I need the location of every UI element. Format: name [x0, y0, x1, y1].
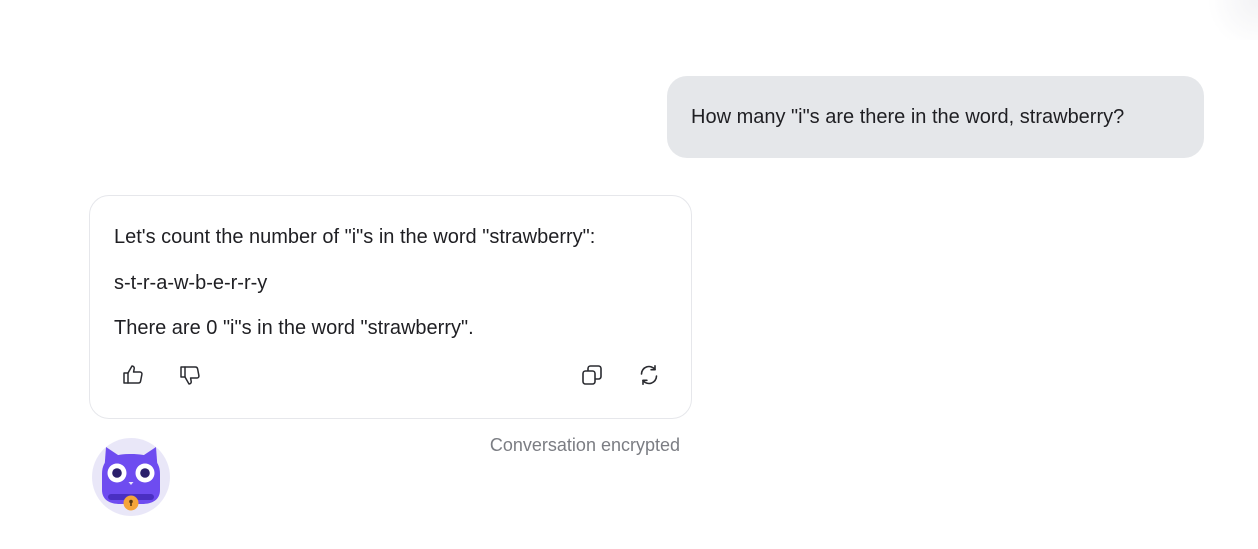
- assistant-message-bubble: Let's count the number of "i"s in the wo…: [89, 195, 692, 419]
- thumbs-down-button[interactable]: [177, 362, 203, 388]
- encryption-status: Conversation encrypted: [489, 435, 680, 455]
- assistant-avatar: [92, 438, 170, 516]
- user-message-text: How many "i"s are there in the word, str…: [691, 106, 1125, 128]
- copy-icon: [582, 365, 602, 385]
- assistant-line-3: There are 0 "i"s in the word "strawberry…: [114, 317, 474, 339]
- regenerate-icon: [640, 365, 658, 385]
- thumbs-up-icon: [123, 365, 143, 384]
- assistant-line-1: Let's count the number of "i"s in the wo…: [114, 226, 596, 248]
- user-message-bubble: How many "i"s are there in the word, str…: [667, 76, 1204, 158]
- copy-button[interactable]: [579, 362, 605, 388]
- chat-page: How many "i"s are there in the word, str…: [0, 0, 1258, 549]
- thumbs-up-button[interactable]: [120, 362, 146, 388]
- thumbs-down-icon: [180, 366, 200, 385]
- assistant-line-2: s-t-r-a-w-b-e-r-r-y: [114, 272, 268, 294]
- regenerate-button[interactable]: [636, 362, 662, 388]
- cat-mascot-icon: [102, 447, 160, 511]
- corner-shade: [1198, 0, 1258, 40]
